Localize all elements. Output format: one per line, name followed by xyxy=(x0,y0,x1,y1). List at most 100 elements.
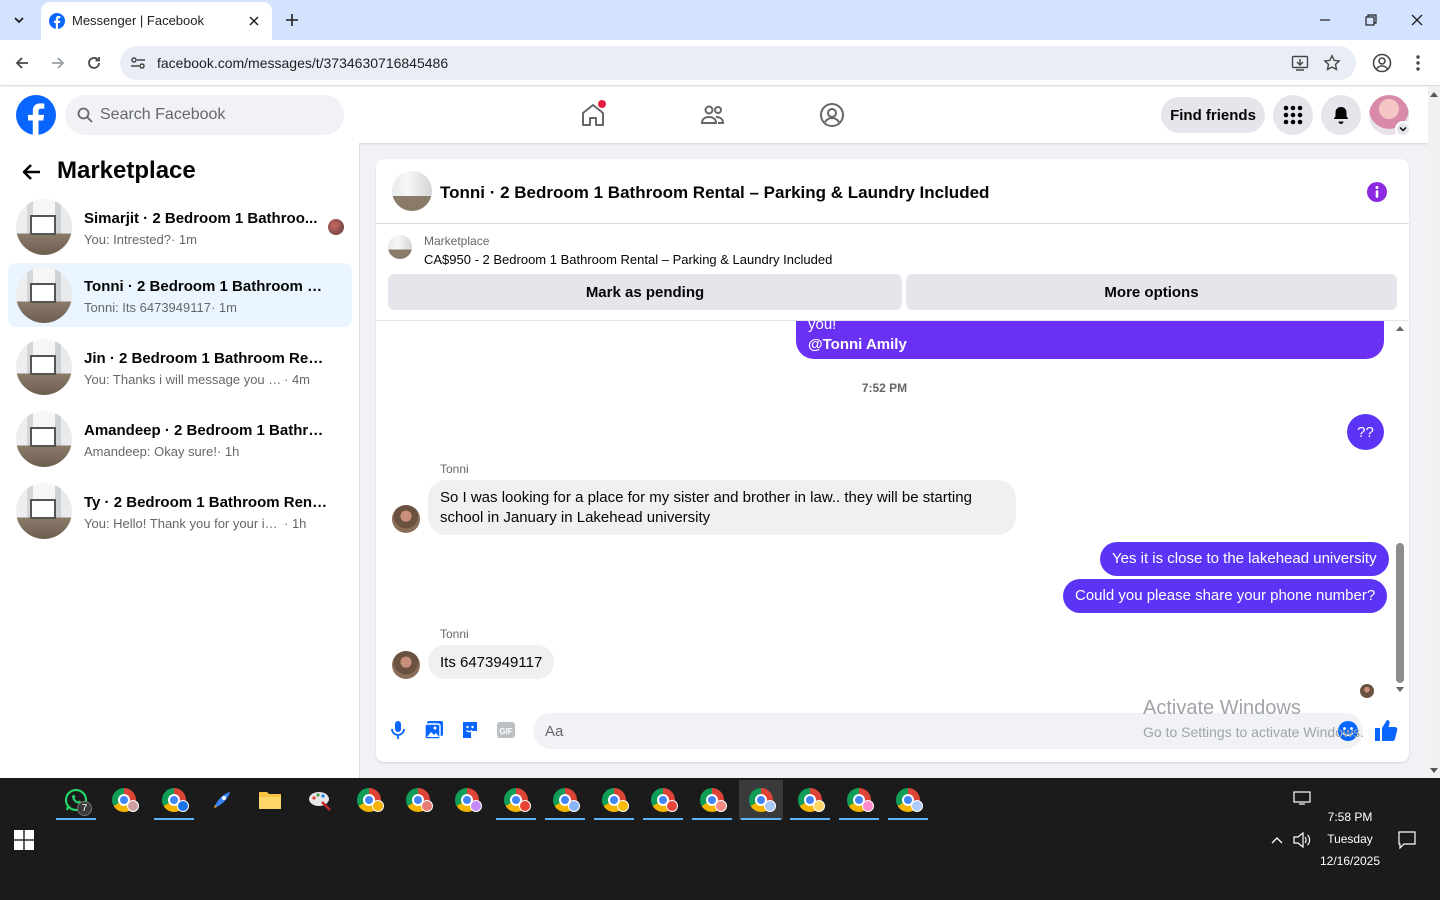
url-text[interactable]: facebook.com/messages/t/3734630716845486 xyxy=(157,55,448,71)
listing-price[interactable]: CA$950 - 2 Bedroom 1 Bathroom Rental – P… xyxy=(424,252,832,267)
taskbar-chrome[interactable] xyxy=(641,780,685,820)
reload-button[interactable] xyxy=(80,49,108,77)
reload-icon xyxy=(88,57,100,69)
taskbar-chrome[interactable] xyxy=(152,780,196,820)
scroll-down-button[interactable] xyxy=(1395,685,1405,695)
received-message-bubble[interactable]: Its 6473949117 xyxy=(428,645,555,679)
sticker-button[interactable] xyxy=(459,719,481,741)
thumbs-up-icon[interactable] xyxy=(1373,717,1399,743)
chrome-menu-button[interactable] xyxy=(1404,49,1432,77)
profile-button[interactable] xyxy=(1368,49,1396,77)
received-message-bubble[interactable]: So I was looking for a place for my sist… xyxy=(428,480,1016,535)
mention-text: @Tonni Amily xyxy=(808,336,907,353)
taskbar-clock[interactable]: 7:58 PM Tuesday 12/16/2025 xyxy=(1300,806,1400,872)
taskbar-chrome[interactable] xyxy=(886,780,930,820)
account-menu-chevron[interactable] xyxy=(1395,121,1411,137)
clock-day: Tuesday xyxy=(1327,832,1373,846)
search-input[interactable] xyxy=(100,95,330,135)
forward-button[interactable] xyxy=(44,49,72,77)
taskbar-chrome[interactable] xyxy=(690,780,734,820)
chat-avatar[interactable] xyxy=(392,171,432,211)
back-button[interactable] xyxy=(8,49,36,77)
message-input[interactable] xyxy=(545,713,1315,749)
conversation-item[interactable]: Ty · 2 Bedroom 1 Bathroom Rental ... You… xyxy=(8,479,352,543)
message-input-wrapper[interactable] xyxy=(533,713,1363,749)
conversation-item[interactable]: Amandeep · 2 Bedroom 1 Bathroo... Amande… xyxy=(8,407,352,471)
monitor-icon xyxy=(1293,791,1311,805)
sent-message-bubble[interactable]: Could you please share your phone number… xyxy=(1063,579,1388,613)
taskbar-whatsapp[interactable]: 7 xyxy=(54,780,98,820)
minimize-button[interactable] xyxy=(1305,6,1345,34)
message-text: Could you please share your phone number… xyxy=(1075,587,1376,604)
browser-tab-messenger[interactable]: Messenger | Facebook xyxy=(41,2,272,40)
attach-photo-button[interactable] xyxy=(423,719,445,741)
conversation-item-active[interactable]: Tonni · 2 Bedroom 1 Bathroom Re... Tonni… xyxy=(8,263,352,327)
nav-profile[interactable] xyxy=(812,97,852,133)
taskbar-chrome[interactable] xyxy=(592,780,636,820)
more-vertical-icon xyxy=(1416,55,1420,71)
gif-button[interactable]: GIF xyxy=(495,719,517,741)
action-center-button[interactable] xyxy=(1397,830,1417,850)
chat-scrollbar[interactable] xyxy=(1394,321,1406,698)
conversation-item[interactable]: Jin · 2 Bedroom 1 Bathroom Rental... You… xyxy=(8,335,352,399)
chevron-down-icon xyxy=(1399,126,1407,132)
window-close-button[interactable] xyxy=(1397,6,1437,34)
tray-display[interactable] xyxy=(1292,788,1312,808)
chat-title[interactable]: Tonni · 2 Bedroom 1 Bathroom Rental – Pa… xyxy=(440,183,989,203)
page-scrollbar[interactable] xyxy=(1428,87,1440,778)
windows-start-icon[interactable] xyxy=(14,830,34,850)
listing-banner: Marketplace CA$950 - 2 Bedroom 1 Bathroo… xyxy=(376,224,1409,321)
scroll-down-arrow-icon xyxy=(1396,687,1404,692)
taskbar-chrome[interactable] xyxy=(494,780,538,820)
taskbar-file-explorer[interactable] xyxy=(248,780,292,820)
facebook-logo-icon[interactable] xyxy=(16,95,56,135)
sent-message-bubble[interactable]: ?? xyxy=(1347,414,1384,450)
conversation-item[interactable]: Simarjit · 2 Bedroom 1 Bathroo... You: I… xyxy=(8,195,352,259)
taskbar-chrome[interactable] xyxy=(102,780,146,820)
chevron-up-icon xyxy=(1271,837,1283,844)
profile-badge-icon xyxy=(764,800,776,812)
tray-show-hidden[interactable] xyxy=(1267,830,1287,850)
taskbar-chrome[interactable] xyxy=(347,780,391,820)
taskbar-chrome[interactable] xyxy=(543,780,587,820)
taskbar-chrome[interactable] xyxy=(788,780,832,820)
chat-panel: Tonni · 2 Bedroom 1 Bathroom Rental – Pa… xyxy=(376,159,1409,762)
voice-clip-button[interactable] xyxy=(387,719,409,741)
tab-search-dropdown[interactable] xyxy=(6,8,32,32)
sender-name: Tonni xyxy=(440,462,469,476)
mark-as-pending-button[interactable]: Mark as pending xyxy=(388,274,902,310)
back-arrow-icon[interactable] xyxy=(20,160,44,184)
sent-message-bubble[interactable]: Yes it is close to the lakehead universi… xyxy=(1100,542,1389,576)
taskbar-paint[interactable] xyxy=(298,780,342,820)
profile-badge-icon xyxy=(519,800,531,812)
nav-friends[interactable] xyxy=(693,97,733,133)
scroll-up-button[interactable] xyxy=(1395,323,1405,333)
scrollbar-thumb[interactable] xyxy=(1396,543,1404,683)
taskbar-chrome[interactable] xyxy=(396,780,440,820)
site-settings-icon[interactable] xyxy=(129,54,147,72)
address-bar[interactable]: facebook.com/messages/t/3734630716845486 xyxy=(120,46,1356,80)
facebook-search[interactable] xyxy=(65,95,344,135)
find-friends-button[interactable]: Find friends xyxy=(1161,97,1265,133)
nav-home[interactable] xyxy=(573,97,613,133)
seen-avatar xyxy=(328,219,344,235)
tab-close-button[interactable] xyxy=(244,11,264,31)
menu-button[interactable] xyxy=(1273,95,1313,135)
notifications-button[interactable] xyxy=(1321,95,1361,135)
sent-message-bubble[interactable]: you! @Tonni Amily xyxy=(796,321,1384,359)
restore-icon xyxy=(1365,14,1377,26)
more-options-button[interactable]: More options xyxy=(906,274,1397,310)
install-app-button[interactable] xyxy=(1290,53,1310,73)
new-tab-button[interactable] xyxy=(280,8,304,32)
taskbar-chrome[interactable] xyxy=(445,780,489,820)
emoji-icon[interactable] xyxy=(1337,720,1359,742)
restore-button[interactable] xyxy=(1351,6,1391,34)
bookmark-button[interactable] xyxy=(1322,53,1342,73)
taskbar-chrome[interactable] xyxy=(837,780,881,820)
taskbar-app[interactable] xyxy=(200,780,244,820)
bell-icon xyxy=(1333,107,1349,124)
contact-avatar[interactable] xyxy=(392,505,420,533)
info-icon[interactable] xyxy=(1366,181,1388,203)
contact-avatar[interactable] xyxy=(392,651,420,679)
taskbar-chrome-active[interactable] xyxy=(739,780,783,820)
